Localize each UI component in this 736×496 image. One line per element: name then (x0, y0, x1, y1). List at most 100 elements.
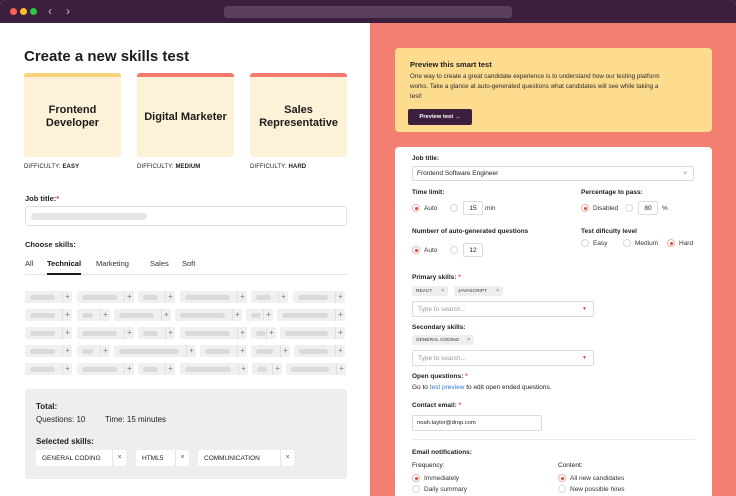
add-icon[interactable]: + (278, 291, 288, 303)
skill-chip[interactable]: + (138, 363, 175, 375)
clear-icon[interactable]: × (683, 171, 687, 177)
add-icon[interactable]: + (62, 309, 72, 321)
skill-chip[interactable]: + (280, 327, 345, 339)
tab-sales[interactable]: Sales (150, 259, 169, 268)
add-icon[interactable]: + (266, 327, 276, 339)
address-bar[interactable] (224, 6, 512, 18)
maximize-window-button[interactable] (30, 8, 37, 15)
skill-chip[interactable]: + (77, 291, 134, 303)
skill-chip[interactable]: + (77, 363, 134, 375)
close-window-button[interactable] (10, 8, 17, 15)
forward-arrow-icon[interactable]: › (66, 4, 70, 18)
tab-technical[interactable]: Technical (47, 259, 82, 275)
remove-icon[interactable]: × (112, 450, 126, 466)
contact-email-input[interactable]: noah.taylor@drop.com (412, 415, 542, 431)
add-icon[interactable]: + (62, 291, 72, 303)
add-icon[interactable]: + (280, 345, 290, 357)
skill-chip[interactable]: + (180, 363, 248, 375)
skill-chip[interactable]: + (251, 345, 290, 357)
questions-count-input[interactable]: 12 (463, 243, 483, 257)
add-icon[interactable]: + (165, 327, 175, 339)
skill-chip[interactable]: + (293, 291, 345, 303)
add-icon[interactable]: + (165, 363, 175, 375)
add-icon[interactable]: + (335, 291, 345, 303)
template-card-marketer[interactable]: Digital Marketer (137, 73, 234, 157)
add-icon[interactable]: + (62, 345, 72, 357)
difficulty-medium-radio[interactable]: Medium (623, 239, 658, 247)
tab-soft[interactable]: Soft (182, 259, 195, 268)
add-icon[interactable]: + (100, 345, 110, 357)
skill-chip[interactable]: + (277, 309, 345, 321)
remove-icon[interactable]: × (280, 450, 294, 466)
frequency-immediately-radio[interactable]: Immediately (412, 474, 459, 482)
skill-chip[interactable]: + (77, 327, 134, 339)
primary-skills-search[interactable]: Type to search... ▼ (412, 301, 594, 317)
difficulty-hard-radio[interactable]: Hard (667, 239, 693, 247)
frequency-daily-radio[interactable]: Daily summary (412, 485, 467, 493)
remove-icon[interactable]: × (175, 450, 189, 466)
job-title-field[interactable]: Frontend Software Engineer × (412, 166, 694, 181)
skill-chip[interactable]: + (25, 327, 72, 339)
skill-chip[interactable]: + (25, 309, 72, 321)
preview-test-button[interactable]: Preview test → (408, 109, 472, 125)
skill-chip[interactable]: + (175, 309, 242, 321)
add-icon[interactable]: + (336, 363, 346, 375)
add-icon[interactable]: + (124, 327, 134, 339)
skill-chip[interactable]: + (252, 363, 282, 375)
skill-chip[interactable]: + (114, 309, 171, 321)
minimize-window-button[interactable] (20, 8, 27, 15)
skill-chip[interactable]: + (25, 291, 72, 303)
add-icon[interactable]: + (237, 291, 247, 303)
pass-custom-radio[interactable] (625, 204, 637, 212)
remove-icon[interactable]: × (496, 288, 499, 294)
add-icon[interactable]: + (186, 345, 196, 357)
time-limit-input[interactable]: 15 (463, 201, 483, 215)
remove-icon[interactable]: × (467, 337, 470, 343)
skill-chip[interactable]: + (180, 291, 247, 303)
secondary-skills-search[interactable]: Type to search... ▼ (412, 350, 594, 366)
add-icon[interactable]: + (335, 327, 345, 339)
difficulty-easy-radio[interactable]: Easy (581, 239, 607, 247)
add-icon[interactable]: + (161, 309, 171, 321)
template-card-sales[interactable]: Sales Representative (250, 73, 347, 157)
add-icon[interactable]: + (263, 309, 273, 321)
add-icon[interactable]: + (238, 363, 248, 375)
questions-custom-radio[interactable] (450, 246, 462, 254)
skill-chip[interactable]: + (251, 291, 288, 303)
add-icon[interactable]: + (62, 327, 72, 339)
add-icon[interactable]: + (272, 363, 282, 375)
add-icon[interactable]: + (100, 309, 110, 321)
skill-chip[interactable]: + (180, 327, 247, 339)
tab-all[interactable]: All (25, 259, 33, 268)
skill-chip[interactable]: + (294, 345, 345, 357)
content-all-radio[interactable]: All new candidates (558, 474, 624, 482)
content-possible-hires-radio[interactable]: New possible hires (558, 485, 625, 493)
add-icon[interactable]: + (124, 291, 134, 303)
time-auto-radio[interactable]: Auto (412, 204, 437, 212)
add-icon[interactable]: + (237, 327, 247, 339)
add-icon[interactable]: + (335, 345, 345, 357)
skill-chip[interactable]: + (200, 345, 247, 357)
job-title-input[interactable] (25, 206, 347, 226)
add-icon[interactable]: + (62, 363, 72, 375)
time-custom-radio[interactable] (450, 204, 462, 212)
skill-chip[interactable]: + (138, 327, 175, 339)
skill-chip[interactable]: + (77, 309, 110, 321)
skill-chip[interactable]: + (286, 363, 346, 375)
remove-icon[interactable]: × (441, 288, 444, 294)
skill-chip[interactable]: + (114, 345, 196, 357)
skill-chip[interactable]: + (251, 327, 276, 339)
pass-percentage-input[interactable]: 80 (638, 201, 658, 215)
add-icon[interactable]: + (237, 345, 247, 357)
add-icon[interactable]: + (124, 363, 134, 375)
add-icon[interactable]: + (232, 309, 242, 321)
skill-chip[interactable]: + (246, 309, 273, 321)
template-card-frontend[interactable]: Frontend Developer (24, 73, 121, 157)
skill-chip[interactable]: + (25, 345, 72, 357)
skill-chip[interactable]: + (77, 345, 110, 357)
tab-marketing[interactable]: Marketing (96, 259, 129, 268)
add-icon[interactable]: + (335, 309, 345, 321)
skill-chip[interactable]: + (138, 291, 175, 303)
questions-auto-radio[interactable]: Auto (412, 246, 437, 254)
pass-disabled-radio[interactable]: Disabled (581, 204, 618, 212)
